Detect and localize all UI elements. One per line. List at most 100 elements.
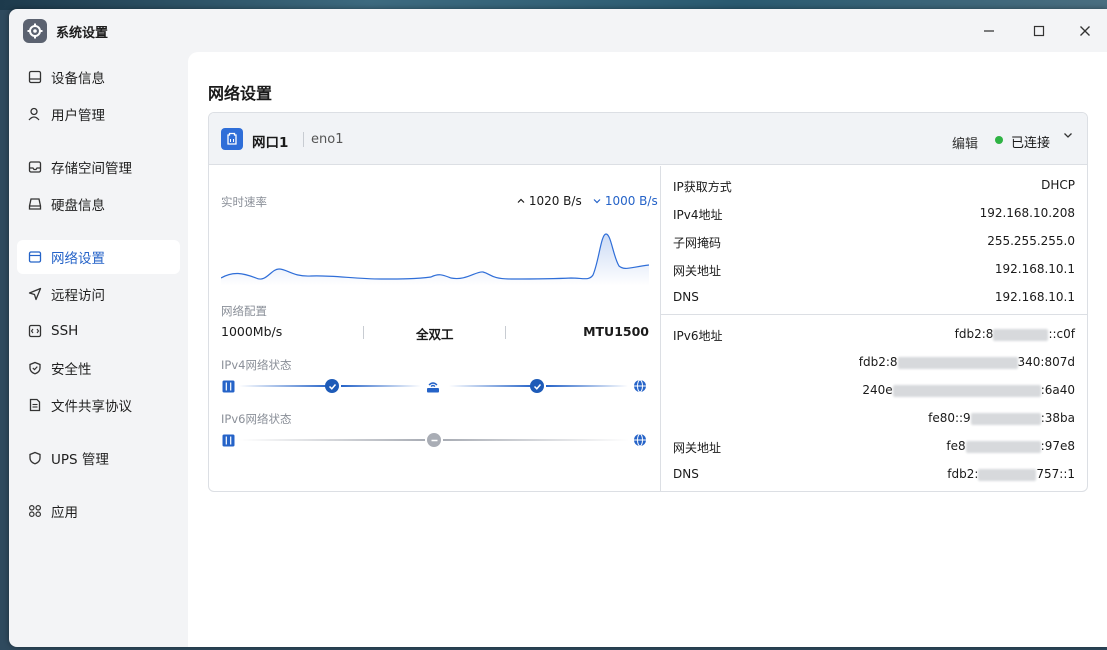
sidebar-item-apps[interactable]: 应用 bbox=[17, 494, 180, 528]
sidebar-item-device-info[interactable]: 设备信息 bbox=[17, 60, 180, 94]
link-segment bbox=[449, 385, 534, 387]
connection-status: 已连接 bbox=[1011, 136, 1051, 151]
sidebar-item-ssh[interactable]: SSH bbox=[17, 314, 180, 348]
sidebar-item-disk-info[interactable]: 硬盘信息 bbox=[17, 187, 180, 221]
link-segment bbox=[546, 385, 628, 387]
ipv6-address-row: IPv6地址 fdb2:8::c0f bbox=[673, 327, 1075, 343]
subnet-mask-row: 子网掩码 255.255.255.0 bbox=[673, 234, 1075, 250]
disk-icon bbox=[27, 196, 43, 212]
speed-label: 实时速率 bbox=[221, 195, 267, 209]
ipv6-status-label: IPv6网络状态 bbox=[221, 412, 292, 426]
sidebar-item-remote-access[interactable]: 远程访问 bbox=[17, 277, 180, 311]
ups-icon bbox=[27, 450, 43, 466]
port-name: 网口1 bbox=[252, 135, 289, 151]
expand-toggle[interactable] bbox=[1062, 129, 1074, 145]
disconnected-icon bbox=[427, 433, 441, 447]
ssh-icon bbox=[27, 323, 43, 339]
sidebar-item-label: 用户管理 bbox=[51, 108, 105, 124]
ipv6-address-row: 240e:6a40 bbox=[673, 383, 1075, 401]
user-icon bbox=[27, 106, 43, 122]
subnet-mask-value: 255.255.255.0 bbox=[987, 234, 1075, 248]
storage-icon bbox=[27, 159, 43, 175]
chevron-up-icon bbox=[517, 198, 525, 203]
ip-method-value: DHCP bbox=[1041, 178, 1075, 192]
link-segment bbox=[443, 439, 629, 441]
connected-status-dot bbox=[995, 136, 1003, 144]
sidebar-item-label: 文件共享协议 bbox=[51, 399, 132, 415]
sidebar-item-network[interactable]: 网络设置 bbox=[17, 240, 180, 274]
ipv4-address-row: IPv4地址 192.168.10.208 bbox=[673, 206, 1075, 222]
ipv6-address-value: fdb2:8::c0f bbox=[954, 327, 1075, 341]
maximize-button[interactable] bbox=[1024, 17, 1054, 45]
close-icon bbox=[1080, 26, 1090, 36]
link-speed: 1000Mb/s bbox=[221, 324, 283, 339]
duplex-mode: 全双工 bbox=[416, 327, 454, 342]
port-device: eno1 bbox=[311, 132, 344, 147]
ipv6-dns-row: DNS fdb2: 757::1 bbox=[673, 467, 1075, 481]
window-title: 系统设置 bbox=[56, 26, 109, 41]
router-icon bbox=[426, 379, 440, 393]
sidebar: 设备信息 用户管理 存储空间管理 硬盘信息 网络设置 远程访问 SSH 安全性 bbox=[9, 51, 189, 647]
ip-method-row: IP获取方式 DHCP bbox=[673, 178, 1075, 194]
ipv4-status-line bbox=[221, 379, 649, 395]
ipv6-gateway-value: fe8:97e8 bbox=[946, 439, 1075, 453]
sidebar-item-label: 安全性 bbox=[51, 362, 92, 378]
ipv4-gateway-value: 192.168.10.1 bbox=[994, 262, 1075, 276]
check-icon bbox=[325, 379, 339, 393]
ipv4-gateway-row: 网关地址 192.168.10.1 bbox=[673, 262, 1075, 278]
page-title: 网络设置 bbox=[208, 84, 273, 103]
network-config-row: 1000Mb/s 全双工 MTU1500 bbox=[221, 324, 649, 342]
speed-sparkline bbox=[221, 233, 649, 286]
chevron-down-icon bbox=[1064, 133, 1072, 138]
ipv6-gateway-row: 网关地址 fe8:97e8 bbox=[673, 439, 1075, 455]
check-icon bbox=[530, 379, 544, 393]
close-button[interactable] bbox=[1070, 17, 1100, 45]
port-card-header[interactable]: 网口1 eno1 编辑 已连接 bbox=[209, 113, 1087, 165]
sidebar-item-ups[interactable]: UPS 管理 bbox=[17, 441, 180, 475]
sidebar-item-label: 硬盘信息 bbox=[51, 198, 105, 214]
sidebar-item-label: 网络设置 bbox=[51, 251, 105, 267]
settings-gear-icon bbox=[23, 19, 47, 43]
ethernet-port-icon bbox=[221, 128, 243, 150]
sidebar-item-label: 应用 bbox=[51, 505, 78, 521]
sidebar-item-security[interactable]: 安全性 bbox=[17, 351, 180, 385]
sidebar-item-user-management[interactable]: 用户管理 bbox=[17, 97, 180, 131]
mtu-value: MTU1500 bbox=[583, 324, 649, 339]
apps-icon bbox=[27, 503, 43, 519]
link-segment bbox=[239, 439, 425, 441]
minimize-button[interactable] bbox=[974, 17, 1004, 45]
maximize-icon bbox=[1033, 25, 1045, 37]
link-segment bbox=[341, 385, 421, 387]
ipv6-address-value: 240e:6a40 bbox=[862, 383, 1075, 397]
globe-icon bbox=[633, 433, 647, 447]
title-bar: 系统设置 bbox=[9, 9, 1107, 51]
ipv4-status-label: IPv4网络状态 bbox=[221, 358, 292, 372]
port-status-pane: 实时速率 1020 B/s 1000 B/s 网络配置 1000Mb/s 全双工… bbox=[209, 166, 660, 491]
sidebar-item-label: 存储空间管理 bbox=[51, 161, 132, 177]
chevron-down-icon bbox=[593, 199, 601, 204]
sidebar-item-label: 远程访问 bbox=[51, 288, 105, 304]
sidebar-item-storage[interactable]: 存储空间管理 bbox=[17, 150, 180, 184]
ip-info-pane: IP获取方式 DHCP IPv4地址 192.168.10.208 子网掩码 2… bbox=[660, 166, 1087, 491]
divider bbox=[505, 326, 506, 339]
network-icon bbox=[27, 249, 43, 265]
sidebar-item-file-share[interactable]: 文件共享协议 bbox=[17, 388, 180, 422]
minimize-icon bbox=[984, 30, 994, 32]
ipv4-address-value: 192.168.10.208 bbox=[979, 206, 1075, 220]
nas-device-icon bbox=[221, 433, 235, 447]
ipv4-dns-row: DNS 192.168.10.1 bbox=[673, 290, 1075, 304]
settings-window: 系统设置 设备信息 用户管理 存储空间管理 硬盘信息 网络设置 远程访问 SSH… bbox=[9, 9, 1107, 647]
ipv6-address-value: fe80::9:38ba bbox=[928, 411, 1075, 425]
nas-device-icon bbox=[221, 379, 235, 393]
edit-button[interactable]: 编辑 bbox=[952, 133, 978, 152]
file-share-icon bbox=[27, 397, 43, 413]
ipv6-status-line bbox=[221, 433, 649, 449]
link-segment bbox=[239, 385, 331, 387]
network-config-label: 网络配置 bbox=[221, 304, 267, 318]
download-speed: 1000 B/s bbox=[593, 194, 658, 208]
device-icon bbox=[27, 69, 43, 85]
main-content: 网络设置 网口1 eno1 编辑 已连接 实时速率 1020 B/s 1000 … bbox=[188, 52, 1107, 647]
ipv6-address-row: fe80::9:38ba bbox=[673, 411, 1075, 429]
ipv4-dns-value: 192.168.10.1 bbox=[994, 290, 1075, 304]
network-port-card: 网口1 eno1 编辑 已连接 实时速率 1020 B/s 1000 B/s 网… bbox=[208, 112, 1088, 492]
